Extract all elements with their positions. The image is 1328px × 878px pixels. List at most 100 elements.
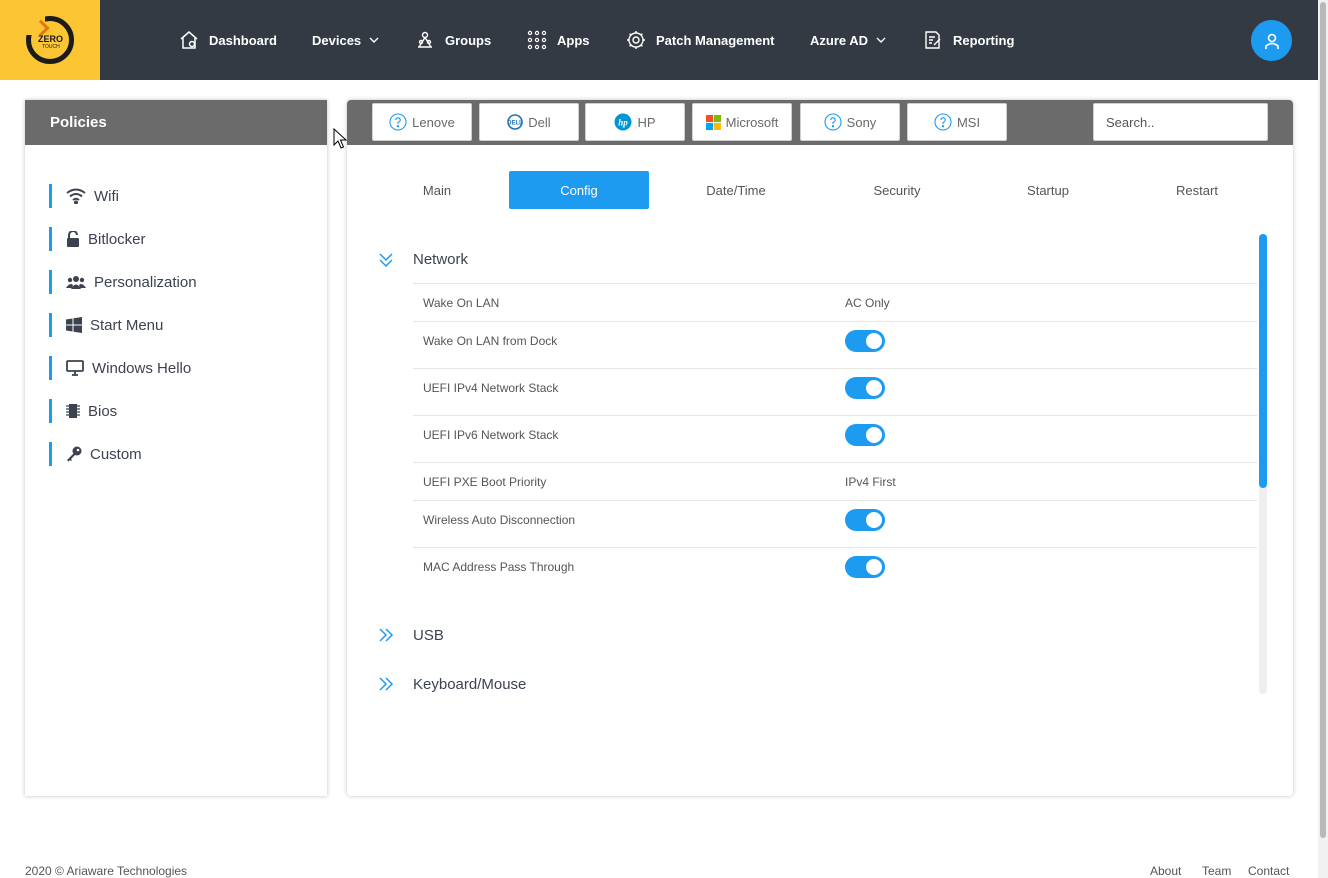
wifi-icon xyxy=(66,188,86,204)
nav-azure-ad[interactable]: Azure AD xyxy=(810,0,886,80)
brand-label-dell: Dell xyxy=(528,114,551,130)
setting-label: Wake On LAN xyxy=(423,296,500,310)
chevron-double-down-icon xyxy=(379,253,393,268)
sidebar-item-custom[interactable]: Custom xyxy=(49,442,142,466)
section-keyboard-mouse-header[interactable]: Keyboard/Mouse xyxy=(377,672,526,696)
unlock-icon xyxy=(67,231,79,247)
setting-row-mac-pass-through: MAC Address Pass Through xyxy=(413,548,1257,588)
nav-dashboard-label: Dashboard xyxy=(209,32,277,48)
settings-scrollbar-thumb[interactable] xyxy=(1259,234,1267,488)
toggle-wake-on-lan-dock[interactable] xyxy=(845,330,885,352)
nav-dashboard[interactable]: Dashboard xyxy=(179,0,277,80)
brand-toolbar: Lenove DELL Dell hp HP Microsoft Sony MS… xyxy=(347,100,1293,145)
users-icon xyxy=(66,276,86,289)
setting-label: Wireless Auto Disconnection xyxy=(423,513,576,527)
nav-patch-management-label: Patch Management xyxy=(656,32,775,48)
setting-label: UEFI IPv6 Network Stack xyxy=(423,428,559,442)
policies-panel: Policies Wifi Bitlocker Personalization … xyxy=(25,100,327,796)
nav-devices-label: Devices xyxy=(312,32,362,48)
nav-azure-ad-label: Azure AD xyxy=(810,32,869,48)
chip-icon xyxy=(66,404,80,418)
settings-scrollbar[interactable] xyxy=(1259,234,1267,694)
user-icon xyxy=(1264,33,1279,49)
footer-link-contact[interactable]: Contact xyxy=(1248,864,1289,878)
footer-link-about[interactable]: About xyxy=(1150,864,1181,878)
logo-subtext: TOUCH xyxy=(42,44,60,50)
toggle-wireless-auto-disconnection[interactable] xyxy=(845,509,885,531)
page-scrollbar[interactable] xyxy=(1318,0,1328,878)
tab-security[interactable]: Security xyxy=(857,171,937,209)
setting-label: MAC Address Pass Through xyxy=(423,560,575,574)
chevron-double-right-icon xyxy=(379,628,394,642)
dell-logo-icon: DELL xyxy=(507,114,523,130)
user-profile-button[interactable] xyxy=(1251,20,1292,61)
section-keyboard-mouse-title: Keyboard/Mouse xyxy=(413,675,527,693)
sidebar-item-start-menu-label: Start Menu xyxy=(90,316,164,334)
nav-patch-management[interactable]: Patch Management xyxy=(626,0,774,80)
tab-restart[interactable]: Restart xyxy=(1157,171,1237,209)
sidebar-item-wifi-label: Wifi xyxy=(94,187,119,205)
brand-button-sony[interactable]: Sony xyxy=(800,103,900,141)
chevron-down-icon xyxy=(876,37,886,43)
sidebar-item-windows-hello[interactable]: Windows Hello xyxy=(49,356,191,380)
key-icon xyxy=(67,446,82,462)
nav-reporting-label: Reporting xyxy=(953,32,1015,48)
nav-groups-label: Groups xyxy=(445,32,492,48)
sidebar-item-personalization[interactable]: Personalization xyxy=(49,270,197,294)
section-network-header[interactable]: Network xyxy=(377,247,468,271)
toggle-uefi-ipv6[interactable] xyxy=(845,424,885,446)
nav-apps-label: Apps xyxy=(557,32,590,48)
mouse-cursor-icon xyxy=(333,128,347,149)
brand-label-lenove: Lenove xyxy=(412,114,455,130)
logo[interactable]: ZERO TOUCH xyxy=(0,0,100,80)
section-usb-header[interactable]: USB xyxy=(377,623,444,647)
question-circle-icon xyxy=(934,113,952,131)
tab-startup[interactable]: Startup xyxy=(1008,171,1088,209)
tab-main[interactable]: Main xyxy=(407,171,467,209)
brand-button-lenove[interactable]: Lenove xyxy=(372,103,472,141)
microsoft-logo-icon xyxy=(705,114,721,130)
brand-button-dell[interactable]: DELL Dell xyxy=(479,103,579,141)
footer-link-team[interactable]: Team xyxy=(1202,864,1231,878)
logo-ring: ZERO TOUCH xyxy=(25,15,74,64)
section-usb-title: USB xyxy=(413,626,444,644)
sidebar-item-personalization-label: Personalization xyxy=(94,273,197,291)
policies-title: Policies xyxy=(25,100,327,145)
brand-button-microsoft[interactable]: Microsoft xyxy=(692,103,792,141)
chevron-double-right-icon xyxy=(379,677,394,691)
nav-reporting[interactable]: Reporting xyxy=(923,0,1014,80)
brand-button-msi[interactable]: MSI xyxy=(907,103,1007,141)
hp-logo-icon: hp xyxy=(614,113,632,131)
logo-text: ZERO xyxy=(38,34,64,44)
sidebar-item-start-menu[interactable]: Start Menu xyxy=(49,313,163,337)
groups-icon xyxy=(418,31,432,48)
question-circle-icon xyxy=(824,113,842,131)
setting-value-pxe-boot-priority[interactable]: IPv4 First xyxy=(845,475,896,489)
sidebar-item-wifi[interactable]: Wifi xyxy=(49,184,119,208)
setting-value-wake-on-lan[interactable]: AC Only xyxy=(845,296,890,310)
nav-devices[interactable]: Devices xyxy=(312,0,379,80)
setting-row-wake-on-lan-dock: Wake On LAN from Dock xyxy=(413,322,1257,369)
page-scrollbar-thumb[interactable] xyxy=(1320,2,1326,838)
setting-row-uefi-ipv6: UEFI IPv6 Network Stack xyxy=(413,416,1257,463)
setting-row-wireless-auto-disconnection: Wireless Auto Disconnection xyxy=(413,501,1257,548)
toggle-mac-pass-through[interactable] xyxy=(845,556,885,578)
nav-groups[interactable]: Groups xyxy=(415,0,491,80)
sidebar-item-bios[interactable]: Bios xyxy=(49,399,117,423)
tab-date-time[interactable]: Date/Time xyxy=(696,171,776,209)
toggle-uefi-ipv4[interactable] xyxy=(845,377,885,399)
sidebar-item-bitlocker[interactable]: Bitlocker xyxy=(49,227,146,251)
sidebar-item-bitlocker-label: Bitlocker xyxy=(88,230,146,248)
setting-label: UEFI IPv4 Network Stack xyxy=(423,381,559,395)
nav-apps[interactable]: Apps xyxy=(527,0,590,80)
gear-icon xyxy=(627,31,645,49)
tab-config[interactable]: Config xyxy=(509,171,649,209)
search-input[interactable] xyxy=(1093,103,1268,141)
svg-text:DELL: DELL xyxy=(507,121,523,127)
setting-row-wake-on-lan: Wake On LAN AC Only xyxy=(413,284,1257,322)
monitor-icon xyxy=(66,360,84,376)
svg-text:hp: hp xyxy=(619,118,629,128)
question-circle-icon xyxy=(389,113,407,131)
brand-button-hp[interactable]: hp HP xyxy=(585,103,685,141)
brand-label-microsoft: Microsoft xyxy=(725,114,779,130)
